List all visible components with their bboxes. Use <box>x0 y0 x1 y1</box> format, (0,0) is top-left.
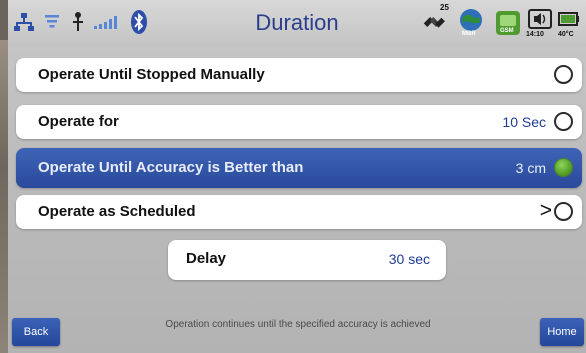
chevron-right-icon[interactable]: > <box>540 199 552 223</box>
option-label: Operate for <box>38 113 119 130</box>
temperature: 40°C <box>558 31 574 38</box>
option-scheduled[interactable]: Operate as Scheduled > <box>16 195 582 229</box>
screen: Duration 25 MBR GSM 14:10 40°C Operate U… <box>8 0 586 353</box>
radio-icon[interactable] <box>554 202 573 221</box>
option-label: Operate as Scheduled <box>38 203 196 220</box>
radio-selected-icon[interactable] <box>554 158 573 177</box>
footer-note: Operation continues until the specified … <box>165 319 431 330</box>
option-stop-manually[interactable]: Operate Until Stopped Manually <box>16 58 582 92</box>
option-accuracy[interactable]: Operate Until Accuracy is Better than 3 … <box>16 148 582 188</box>
clock-time: 14:10 <box>526 31 544 38</box>
home-button[interactable]: Home <box>540 318 584 346</box>
satellite-icon <box>423 17 445 28</box>
delay-field[interactable]: Delay 30 sec <box>168 240 446 280</box>
speaker-icon <box>528 9 552 29</box>
back-button[interactable]: Back <box>12 318 60 346</box>
signal-label: MBR <box>462 31 476 37</box>
delay-value: 30 sec <box>388 251 430 267</box>
battery-icon <box>558 12 579 26</box>
satellite-count: 25 <box>440 3 449 12</box>
radio-icon[interactable] <box>554 65 573 84</box>
option-label: Operate Until Accuracy is Better than <box>38 159 304 176</box>
option-label: Operate Until Stopped Manually <box>38 66 265 83</box>
radio-icon[interactable] <box>554 112 573 131</box>
delay-label: Delay <box>186 250 227 267</box>
option-value: 3 cm <box>515 160 546 176</box>
option-value: 10 Sec <box>502 114 546 130</box>
gsm-label: GSM <box>500 28 514 34</box>
status-bar: Duration 25 MBR GSM 14:10 40°C <box>8 0 586 46</box>
option-operate-for[interactable]: Operate for 10 Sec <box>16 105 582 139</box>
